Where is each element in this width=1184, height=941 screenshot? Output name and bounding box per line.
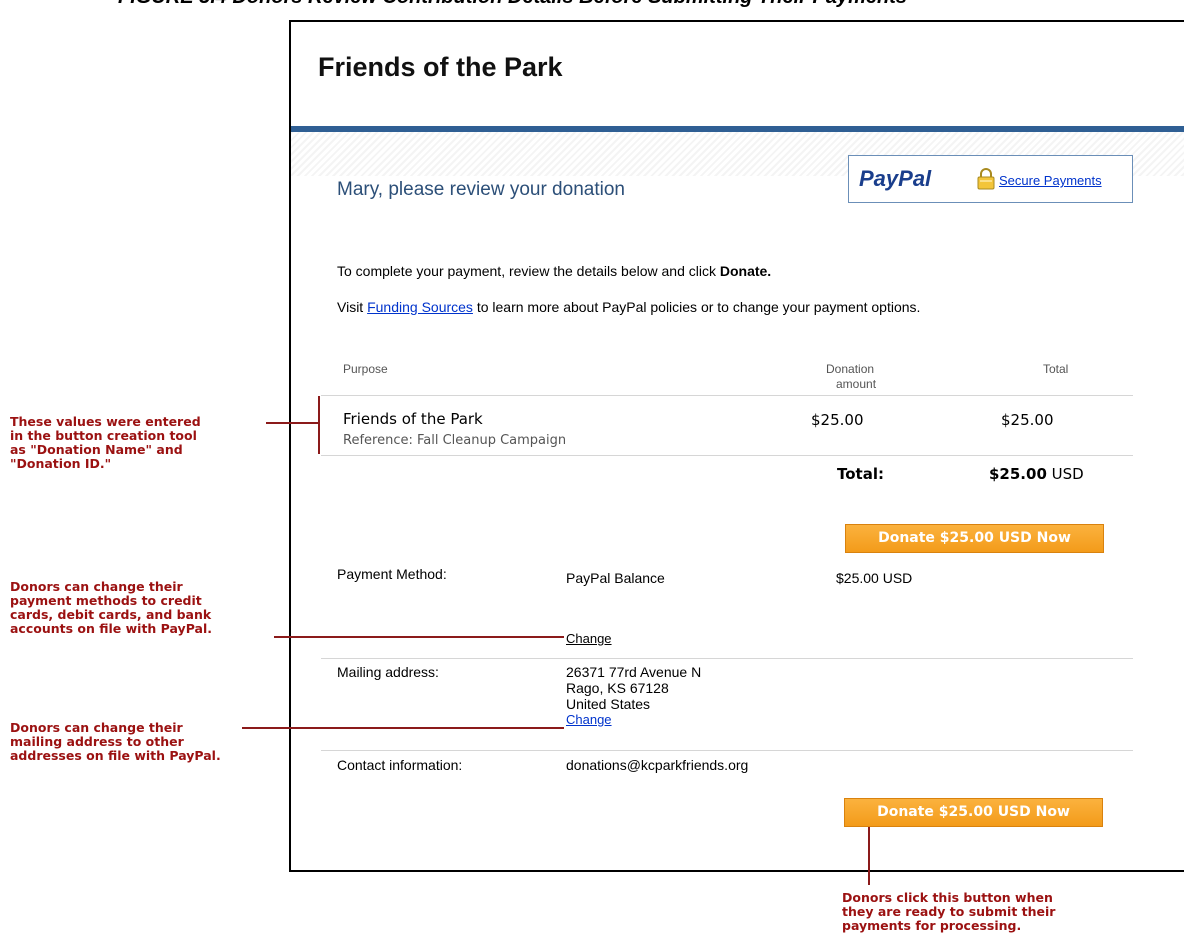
annotation-line: "Donation ID.": [10, 456, 112, 471]
mailing-address: 26371 77rd Avenue N Rago, KS 67128 Unite…: [566, 664, 701, 728]
payment-amount: $25.00 USD: [836, 570, 913, 586]
instruction-text: to learn more about PayPal policies or t…: [472, 299, 921, 315]
address-line: 26371 77rd Avenue N: [566, 664, 702, 680]
annotation-line: Donors click this button when: [842, 890, 1053, 905]
annotation-line: addresses on file with PayPal.: [10, 748, 221, 763]
paypal-secure-badge: PayPal Secure Payments: [848, 155, 1133, 203]
instruction-text: To complete your payment, review the det…: [337, 263, 720, 279]
donation-total: $25.00: [1001, 411, 1054, 429]
annotation-connector: [868, 827, 870, 885]
grand-total: $25.00 USD: [989, 465, 1084, 483]
annotation-connector: [242, 727, 564, 729]
column-header-donation: Donation: [826, 362, 875, 376]
donation-name: Friends of the Park: [343, 410, 483, 428]
instruction-line-1: To complete your payment, review the det…: [337, 263, 771, 279]
donation-amount: $25.00: [811, 411, 864, 429]
annotation-line: mailing address to other: [10, 734, 184, 749]
annotation-line: cards, debit cards, and bank: [10, 607, 212, 622]
annotation-line: payments for processing.: [842, 918, 1022, 933]
funding-sources-link[interactable]: Funding Sources: [367, 299, 473, 315]
grand-total-currency: USD: [1051, 465, 1084, 483]
review-heading: Mary, please review your donation: [337, 179, 625, 200]
instruction-text: Visit: [337, 299, 368, 315]
annotation-bracket: [318, 396, 320, 454]
lock-icon: [977, 168, 995, 190]
instruction-donate-word: Donate.: [719, 263, 772, 279]
column-header-amount: amount: [836, 377, 877, 391]
annotation-line: Donors can change their: [10, 579, 183, 594]
secure-payments-link[interactable]: Secure Payments: [999, 173, 1102, 188]
annotation-line: payment methods to credit: [10, 593, 202, 608]
divider: [321, 395, 1133, 396]
donate-button-top[interactable]: Donate $25.00 USD Now: [845, 524, 1104, 553]
address-line: Rago, KS 67128: [566, 680, 669, 696]
donate-button-bottom[interactable]: Donate $25.00 USD Now: [844, 798, 1103, 827]
payment-method-label: Payment Method:: [337, 566, 447, 582]
total-label: Total:: [837, 465, 884, 483]
annotation-mailing-address: Donors can change their mailing address …: [10, 721, 221, 763]
divider: [321, 658, 1133, 659]
grand-total-value: $25.00: [989, 465, 1047, 483]
annotation-line: These values were entered: [10, 414, 201, 429]
contact-information-label: Contact information:: [337, 757, 463, 773]
column-header-total: Total: [1043, 362, 1069, 376]
annotation-line: Donors can change their: [10, 720, 183, 735]
instruction-line-2: Visit Funding Sources to learn more abou…: [337, 299, 920, 315]
donation-reference: Reference: Fall Cleanup Campaign: [343, 433, 567, 448]
contact-email: donations@kcparkfriends.org: [566, 757, 749, 773]
address-line: United States: [566, 696, 651, 712]
figure-caption: FIGURE 3.4 Donors Review Contribution De…: [118, 0, 1184, 9]
annotation-line: they are ready to submit their: [842, 904, 1056, 919]
payment-method-value: PayPal Balance: [566, 570, 665, 586]
paypal-review-page: Friends of the Park PayPal Secure Paymen…: [289, 20, 1184, 872]
annotation-payment-methods: Donors can change their payment methods …: [10, 580, 212, 636]
annotation-line: in the button creation tool: [10, 428, 197, 443]
annotation-connector: [266, 422, 318, 424]
change-payment-link[interactable]: Change: [566, 631, 612, 646]
change-address-link[interactable]: Change: [566, 712, 701, 728]
annotation-donate-button: Donors click this button when they are r…: [842, 891, 1055, 933]
divider: [321, 455, 1133, 456]
annotation-connector: [274, 636, 564, 638]
mailing-address-label: Mailing address:: [337, 664, 439, 680]
page-title: Friends of the Park: [318, 52, 563, 82]
divider: [321, 750, 1133, 751]
annotation-line: as "Donation Name" and: [10, 442, 183, 457]
paypal-logo: PayPal: [859, 166, 932, 191]
annotation-line: accounts on file with PayPal.: [10, 621, 213, 636]
annotation-donation-values: These values were entered in the button …: [10, 415, 201, 471]
column-header-purpose: Purpose: [343, 362, 388, 376]
